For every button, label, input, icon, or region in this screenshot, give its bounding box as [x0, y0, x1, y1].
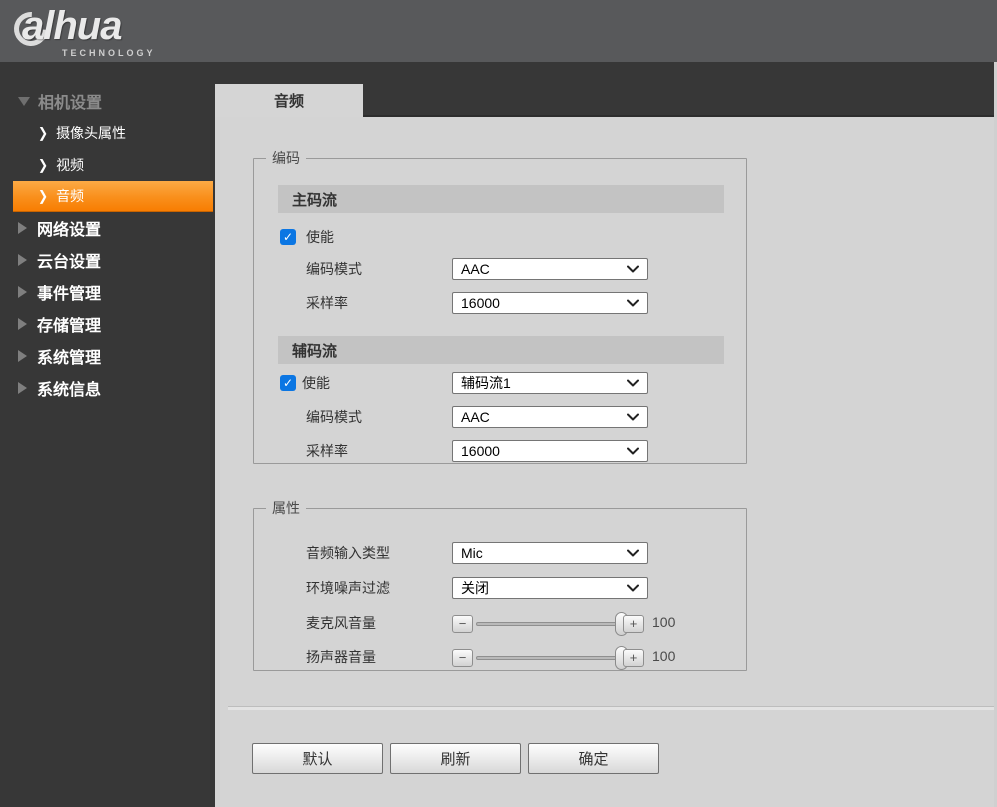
main-content: 编码 主码流 ✓ 使能 编码模式 AAC 采样率 16000 辅码流 ✓ 使能 … [215, 117, 997, 807]
attribute-group: 属性 音频输入类型 Mic 环境噪声过滤 关闭 麦克风音量 − + 100 扬声… [253, 498, 747, 671]
chevron-down-icon [627, 413, 639, 421]
select-value: AAC [461, 409, 490, 425]
sub-stream-header: 辅码流 [278, 336, 724, 364]
select-value: 16000 [461, 443, 500, 459]
select-value: Mic [461, 545, 483, 561]
triangle-down-icon [18, 96, 30, 106]
minus-button[interactable]: − [452, 615, 473, 633]
chevron-down-icon [627, 379, 639, 387]
minus-button[interactable]: − [452, 649, 473, 667]
sub-stream-select[interactable]: 辅码流1 [452, 372, 648, 394]
sidebar-item-label: 系统信息 [37, 382, 102, 399]
sidebar-item-event-management[interactable]: 事件管理 [0, 276, 215, 308]
sub-encode-mode-select[interactable]: AAC [452, 406, 648, 428]
footer-buttons: 默认 刷新 确定 [252, 743, 659, 774]
sidebar-item-label: 事件管理 [37, 286, 102, 303]
speaker-volume-label: 扬声器音量 [306, 649, 376, 665]
sampling-rate-label: 采样率 [306, 443, 348, 459]
sidebar-item-audio[interactable]: ❯ 音频 [13, 181, 213, 212]
sidebar-item-camera-settings[interactable]: 相机设置 [0, 85, 215, 117]
chevron-down-icon [627, 447, 639, 455]
sidebar-item-ptz-settings[interactable]: 云台设置 [0, 244, 215, 276]
main-stream-header: 主码流 [278, 185, 724, 213]
mic-volume-slider: − + 100 [452, 612, 712, 636]
dahua-logo: alhua TECHNOLOGY [6, 4, 214, 60]
chevron-down-icon [627, 549, 639, 557]
check-icon: ✓ [282, 230, 294, 244]
sub-stream-enable-checkbox[interactable]: ✓ [280, 375, 296, 391]
chevron-down-icon [627, 265, 639, 273]
noise-filter-label: 环境噪声过滤 [306, 580, 390, 596]
sidebar-nav: 相机设置 ❯ 摄像头属性 ❯ 视频 ❯ 音频 网络设置 云台设置 事件管理 存储… [0, 62, 215, 807]
triangle-right-icon [18, 350, 27, 362]
sub-sampling-rate-select[interactable]: 16000 [452, 440, 648, 462]
plus-button[interactable]: + [623, 615, 644, 633]
noise-filter-select[interactable]: 关闭 [452, 577, 648, 599]
attribute-legend: 属性 [272, 500, 300, 516]
default-button[interactable]: 默认 [252, 743, 383, 774]
triangle-right-icon [18, 254, 27, 266]
sidebar-item-label: 系统管理 [37, 350, 102, 367]
sidebar-item-label: 摄像头属性 [56, 125, 127, 141]
slider-track[interactable] [476, 612, 628, 636]
sidebar-item-label: 音频 [56, 188, 85, 204]
sub-stream-title: 辅码流 [292, 342, 338, 360]
audio-input-type-select[interactable]: Mic [452, 542, 648, 564]
triangle-right-icon [18, 318, 27, 330]
sidebar-item-video[interactable]: ❯ 视频 [0, 149, 215, 181]
encoding-legend: 编码 [272, 150, 300, 166]
sidebar-item-label: 视频 [56, 157, 85, 173]
main-stream-enable-label: 使能 [306, 229, 334, 245]
chevron-down-icon [627, 584, 639, 592]
sidebar-item-system-management[interactable]: 系统管理 [0, 340, 215, 372]
tab-bar: 音频 [215, 62, 997, 117]
select-value: AAC [461, 261, 490, 277]
speaker-volume-value: 100 [652, 648, 676, 664]
sidebar-item-label: 存储管理 [37, 318, 102, 335]
sidebar-item-camera-attributes[interactable]: ❯ 摄像头属性 [0, 117, 215, 149]
app-header: alhua TECHNOLOGY [0, 0, 997, 62]
sampling-rate-label: 采样率 [306, 295, 348, 311]
refresh-button[interactable]: 刷新 [390, 743, 521, 774]
select-value: 16000 [461, 295, 500, 311]
sub-stream-enable-label: 使能 [302, 375, 330, 391]
chevron-right-icon: ❯ [38, 156, 49, 174]
select-value: 辅码流1 [461, 375, 511, 391]
sidebar-item-label: 云台设置 [37, 254, 102, 271]
encoding-group: 编码 主码流 ✓ 使能 编码模式 AAC 采样率 16000 辅码流 ✓ 使能 … [253, 148, 747, 464]
mic-volume-label: 麦克风音量 [306, 615, 376, 631]
triangle-right-icon [18, 286, 27, 298]
encode-mode-label: 编码模式 [306, 409, 362, 425]
main-encode-mode-select[interactable]: AAC [452, 258, 648, 280]
chevron-right-icon: ❯ [38, 124, 49, 142]
sidebar-item-label: 网络设置 [37, 222, 102, 239]
chevron-right-icon: ❯ [38, 187, 49, 205]
check-icon: ✓ [282, 376, 294, 390]
mic-volume-value: 100 [652, 614, 676, 630]
triangle-right-icon [18, 382, 27, 394]
sidebar-item-system-info[interactable]: 系统信息 [0, 372, 215, 404]
encode-mode-label: 编码模式 [306, 261, 362, 277]
footer-divider [228, 706, 997, 710]
main-sampling-rate-select[interactable]: 16000 [452, 292, 648, 314]
logo-subtitle: TECHNOLOGY [62, 48, 156, 58]
main-stream-title: 主码流 [292, 191, 338, 209]
confirm-button[interactable]: 确定 [528, 743, 659, 774]
chevron-down-icon [627, 299, 639, 307]
speaker-volume-slider: − + 100 [452, 646, 712, 670]
sidebar-item-network-settings[interactable]: 网络设置 [0, 212, 215, 244]
logo-text: alhua [22, 4, 122, 48]
slider-track[interactable] [476, 646, 628, 670]
triangle-right-icon [18, 222, 27, 234]
select-value: 关闭 [461, 580, 489, 596]
audio-input-type-label: 音频输入类型 [306, 545, 390, 561]
tab-audio[interactable]: 音频 [215, 84, 363, 117]
sidebar-item-label: 相机设置 [38, 95, 103, 112]
plus-button[interactable]: + [623, 649, 644, 667]
main-stream-enable-checkbox[interactable]: ✓ [280, 229, 296, 245]
sidebar-item-storage-management[interactable]: 存储管理 [0, 308, 215, 340]
